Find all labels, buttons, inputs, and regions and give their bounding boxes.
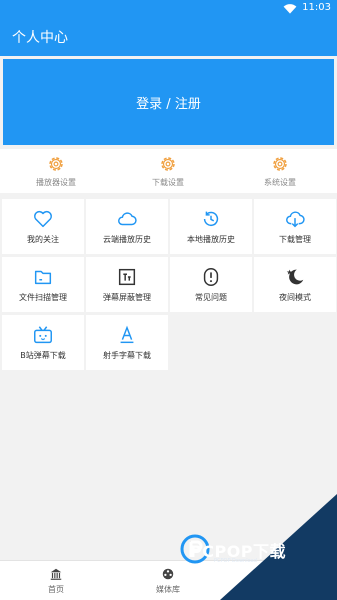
grid-item-label: 云端播放历史 xyxy=(103,235,151,244)
folder-icon xyxy=(34,270,52,285)
grid-item-cloud-history[interactable]: 云端播放历史 xyxy=(86,199,168,254)
download-settings-button[interactable]: 下载设置 xyxy=(112,149,224,193)
status-bar: 11:03 xyxy=(0,0,337,18)
settings-row: 播放器设置 下载设置 系统设置 xyxy=(0,149,337,193)
setting-label: 系统设置 xyxy=(264,178,296,187)
grid-item-label: 我的关注 xyxy=(27,235,59,244)
app-bar: 个人中心 xyxy=(0,18,337,56)
page-title: 个人中心 xyxy=(12,30,68,46)
watermark: PCPOP下载 PCPOP Download xyxy=(172,494,337,600)
cloud-download-icon xyxy=(286,211,305,228)
moon-icon xyxy=(286,269,304,285)
grid-item-download-manager[interactable]: 下载管理 xyxy=(254,199,336,254)
grid-item-subtitle-download[interactable]: 射手字幕下载 xyxy=(86,315,168,370)
login-button[interactable]: 登录 / 注册 xyxy=(3,59,334,145)
watermark-subtitle: PCPOP Download xyxy=(214,558,257,564)
subtitle-icon xyxy=(120,325,134,344)
grid-item-label: 文件扫描管理 xyxy=(19,293,67,302)
grid-item-local-history[interactable]: 本地播放历史 xyxy=(170,199,252,254)
heart-icon xyxy=(34,210,52,228)
gear-icon xyxy=(161,157,175,171)
grid-item-label: 本地播放历史 xyxy=(187,235,235,244)
grid-item-label: 夜间模式 xyxy=(279,293,311,302)
setting-label: 播放器设置 xyxy=(36,178,76,187)
setting-label: 下载设置 xyxy=(152,178,184,187)
gear-icon xyxy=(49,157,63,171)
grid-item-faq[interactable]: 常见问题 xyxy=(170,257,252,312)
alert-icon xyxy=(203,268,219,286)
player-settings-button[interactable]: 播放器设置 xyxy=(0,149,112,193)
grid-item-label: 常见问题 xyxy=(195,293,227,302)
gear-icon xyxy=(273,157,287,171)
login-label: 登录 / 注册 xyxy=(136,96,201,112)
grid-item-danmaku-block[interactable]: 弹幕屏蔽管理 xyxy=(86,257,168,312)
grid-item-label: 弹幕屏蔽管理 xyxy=(103,293,151,302)
text-block-icon xyxy=(118,268,136,286)
grid-item-label: B站弹幕下载 xyxy=(20,351,66,360)
grid-item-bilibili-danmaku[interactable]: B站弹幕下载 xyxy=(2,315,84,370)
tv-icon xyxy=(34,326,52,344)
nav-item-home[interactable]: 首页 xyxy=(0,561,112,600)
grid-item-label: 下载管理 xyxy=(279,235,311,244)
history-icon xyxy=(203,211,219,227)
status-time: 11:03 xyxy=(302,2,331,13)
grid-item-file-scan[interactable]: 文件扫描管理 xyxy=(2,257,84,312)
nav-label: 首页 xyxy=(48,585,64,594)
grid-item-label: 射手字幕下载 xyxy=(103,351,151,360)
home-icon xyxy=(50,568,62,580)
wifi-icon xyxy=(283,4,297,14)
cloud-icon xyxy=(118,212,137,226)
grid-item-follows[interactable]: 我的关注 xyxy=(2,199,84,254)
grid-item-night-mode[interactable]: 夜间模式 xyxy=(254,257,336,312)
system-settings-button[interactable]: 系统设置 xyxy=(224,149,336,193)
